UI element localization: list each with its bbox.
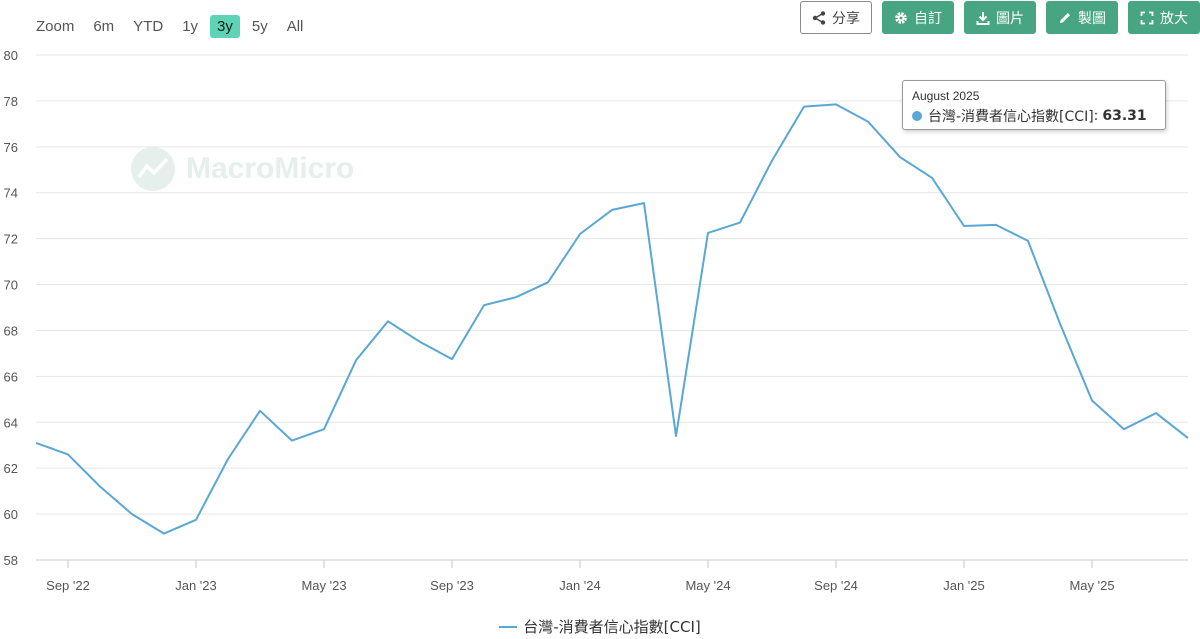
y-tick-label: 68 bbox=[4, 323, 18, 338]
x-tick-label: Jan '25 bbox=[943, 578, 985, 593]
y-tick-label: 66 bbox=[4, 369, 18, 384]
x-tick-label: Sep '23 bbox=[430, 578, 474, 593]
y-tick-label: 62 bbox=[4, 461, 18, 476]
x-tick-label: Sep '24 bbox=[814, 578, 858, 593]
tooltip-date: August 2025 bbox=[912, 89, 980, 103]
tooltip-series-dot bbox=[912, 111, 922, 121]
tooltip-series-name: 台灣-消費者信心指數[CCI] bbox=[928, 109, 1094, 125]
y-axis-labels: 58 60 62 64 66 68 70 72 74 76 78 80 bbox=[4, 48, 18, 568]
series-line[interactable] bbox=[35, 103, 1189, 535]
y-tick-label: 76 bbox=[4, 140, 18, 155]
x-tick-label: Sep '22 bbox=[46, 578, 90, 593]
y-tick-label: 72 bbox=[4, 232, 18, 247]
y-tick-label: 74 bbox=[4, 186, 18, 201]
tooltip-value: 63.31 bbox=[1102, 108, 1147, 124]
tooltip-row: 台灣-消費者信心指數[CCI]: 63.31 bbox=[912, 106, 1165, 126]
x-tick-label: May '24 bbox=[685, 578, 730, 593]
x-tick-label: Jan '23 bbox=[175, 578, 217, 593]
series-layer bbox=[35, 103, 1189, 535]
y-tick-label: 70 bbox=[4, 278, 18, 293]
y-tick-label: 80 bbox=[4, 48, 18, 63]
y-tick-label: 64 bbox=[4, 415, 18, 430]
legend[interactable]: 台灣-消費者信心指數[CCI] bbox=[0, 616, 1200, 637]
grid-layer bbox=[36, 54, 1188, 568]
x-tick-label: May '23 bbox=[301, 578, 346, 593]
y-tick-label: 58 bbox=[4, 553, 18, 568]
y-tick-label: 60 bbox=[4, 507, 18, 522]
x-axis-labels: Sep '22 Jan '23 May '23 Sep '23 Jan '24 May '… bbox=[46, 578, 1114, 593]
x-tick-label: May '25 bbox=[1069, 578, 1114, 593]
legend-series-label[interactable]: 台灣-消費者信心指數[CCI] bbox=[523, 616, 701, 637]
tooltip-colon: : bbox=[1093, 108, 1099, 124]
y-tick-label: 78 bbox=[4, 94, 18, 109]
x-tick-label: Jan '24 bbox=[559, 578, 601, 593]
tooltip: August 2025 台灣-消費者信心指數[CCI]: 63.31 bbox=[902, 80, 1166, 130]
legend-series-line bbox=[499, 625, 518, 628]
